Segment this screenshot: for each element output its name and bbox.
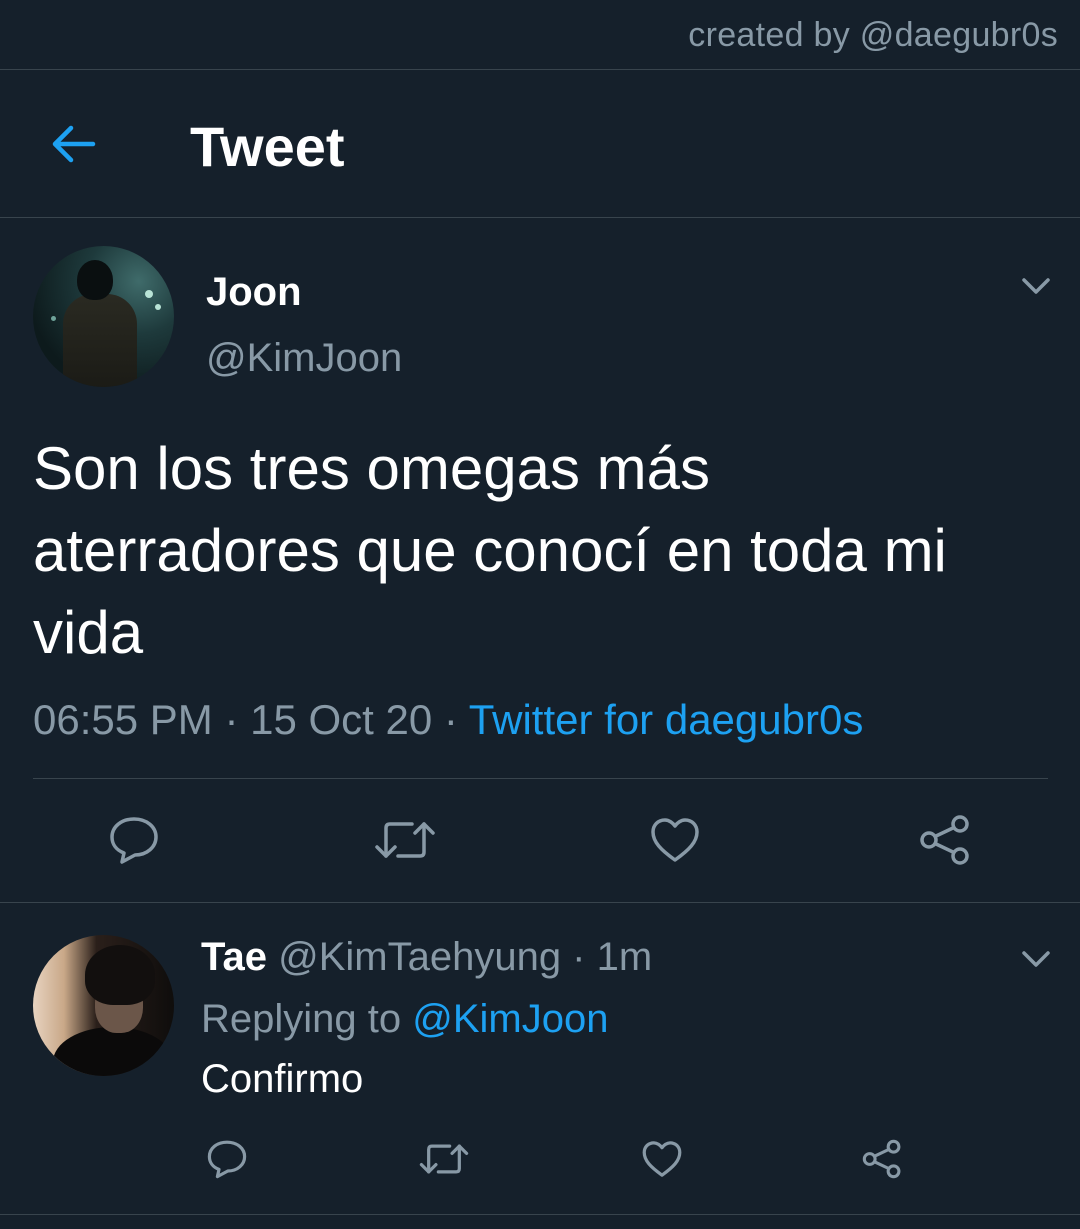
- tweet-text: Son los tres omegas más aterradores que …: [33, 428, 1043, 674]
- meta-separator: ·: [212, 696, 251, 743]
- tweet-source-link[interactable]: Twitter for daegubr0s: [469, 696, 864, 743]
- avatar-figure-body: [53, 1027, 173, 1076]
- share-button[interactable]: [858, 1135, 906, 1183]
- avatar-figure-head: [77, 260, 113, 300]
- credit-text: created by @daegubr0s: [688, 16, 1058, 54]
- main-tweet: Joon @KimJoon Son los tres omegas más at…: [0, 218, 1080, 903]
- bokeh-light: [155, 304, 161, 310]
- reply-header: Tae @KimTaehyung · 1m: [201, 935, 652, 980]
- reply-handle[interactable]: @KimTaehyung: [278, 935, 561, 979]
- reply-icon: [206, 1139, 248, 1179]
- back-button[interactable]: [44, 114, 104, 174]
- like-button[interactable]: [644, 810, 706, 870]
- tweet-meta: 06:55 PM · 15 Oct 20 · Twitter for daegu…: [33, 696, 863, 744]
- replying-to: Replying to @KimJoon: [201, 997, 608, 1042]
- reply-display-name[interactable]: Tae: [201, 935, 267, 979]
- tweet-time: 06:55 PM: [33, 696, 213, 743]
- avatar-figure-body: [63, 294, 137, 387]
- reply-time: 1m: [596, 935, 653, 979]
- reply-tweet[interactable]: Tae @KimTaehyung · 1m Replying to @KimJo…: [0, 903, 1080, 1215]
- share-icon: [918, 814, 972, 866]
- tweet-text-line: vida: [33, 599, 144, 666]
- replying-to-mention[interactable]: @KimJoon: [412, 997, 608, 1041]
- bokeh-light: [51, 316, 56, 321]
- heart-icon: [649, 816, 701, 864]
- like-button[interactable]: [638, 1135, 686, 1183]
- heart-icon: [641, 1139, 683, 1179]
- avatar-figure-hair: [85, 945, 155, 1005]
- avatar[interactable]: [33, 935, 174, 1076]
- reply-menu-button[interactable]: [1016, 939, 1056, 979]
- divider: [33, 778, 1048, 779]
- user-display-name[interactable]: Joon: [206, 270, 302, 315]
- share-icon: [861, 1139, 903, 1179]
- tweet-date: 15 Oct 20: [250, 696, 433, 743]
- reply-text: Confirmo: [201, 1057, 364, 1101]
- top-app-bar: Tweet: [0, 70, 1080, 218]
- reply-button[interactable]: [104, 810, 164, 870]
- chevron-down-icon: [1021, 277, 1051, 295]
- reply-button[interactable]: [204, 1135, 250, 1183]
- retweet-button[interactable]: [418, 1135, 470, 1183]
- tweet-text-line: Son los tres omegas más: [33, 435, 710, 502]
- bokeh-light: [145, 290, 153, 298]
- tweet-detail-screen: created by @daegubr0s Tweet Joon @KimJoo…: [0, 0, 1080, 1229]
- page-title: Tweet: [190, 115, 345, 178]
- meta-separator: ·: [432, 696, 469, 743]
- retweet-button[interactable]: [373, 810, 437, 870]
- chevron-down-icon: [1021, 950, 1051, 968]
- user-handle[interactable]: @KimJoon: [206, 336, 402, 381]
- meta-separator: ·: [561, 935, 597, 979]
- arrow-left-icon: [51, 124, 97, 164]
- share-button[interactable]: [914, 810, 976, 870]
- reply-icon: [108, 815, 160, 865]
- retweet-icon: [419, 1139, 469, 1179]
- tweet-menu-button[interactable]: [1016, 266, 1056, 306]
- retweet-icon: [374, 816, 436, 864]
- credit-bar: created by @daegubr0s: [0, 0, 1080, 70]
- avatar[interactable]: [33, 246, 174, 387]
- tweet-text-line: aterradores que conocí en toda mi: [33, 517, 947, 584]
- replying-to-prefix: Replying to: [201, 997, 413, 1041]
